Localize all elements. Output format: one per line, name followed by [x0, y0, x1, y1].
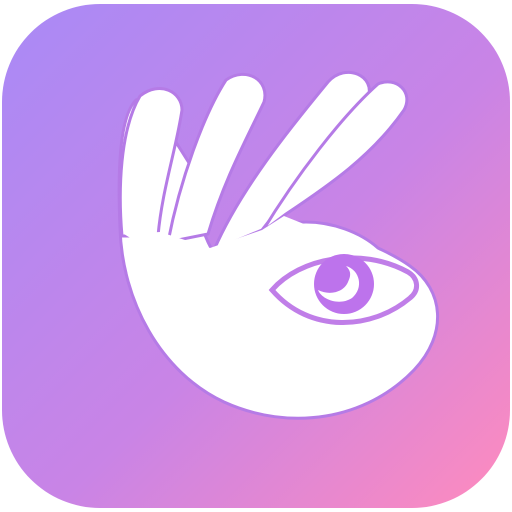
app-icon-canvas — [0, 0, 512, 512]
eye-iris — [314, 254, 374, 314]
ok-hand-eye-app-icon[interactable] — [0, 0, 512, 512]
